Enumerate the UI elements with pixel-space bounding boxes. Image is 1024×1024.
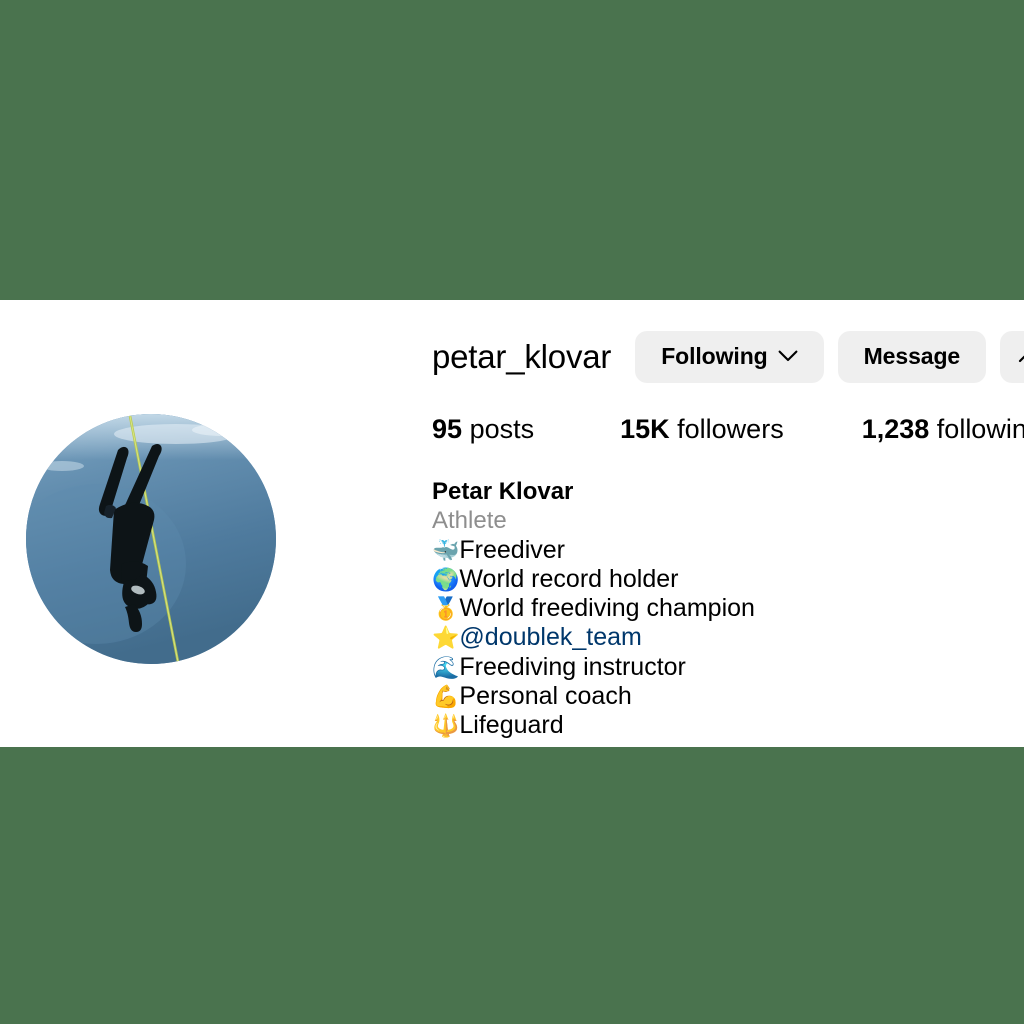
page-title: petar_klovar [432,338,612,376]
chevron-down-icon [778,350,798,363]
profile-stats: 95 posts 15K followers 1,238 following [432,414,1024,445]
followers-label: followers [677,414,784,444]
bio-emoji-icon: ⭐ [432,626,460,652]
suggested-accounts-button[interactable] [1000,330,1024,383]
message-button[interactable]: Message [837,330,987,383]
bio-line: 🌊Freediving instructor [432,653,992,682]
profile-bio: Petar Klovar Athlete 🐳Freediver 🌍World re… [432,478,992,740]
bio-line: 💪Personal coach [432,682,992,711]
posts-count: 95 [432,414,463,444]
bio-emoji-icon: 🌊 [432,655,460,681]
profile-header-row: petar_klovar Following Message [432,318,1024,395]
bio-text: World record holder [459,564,679,593]
bio-emoji-icon: 🔱 [432,714,460,740]
bio-lines: 🐳Freediver 🌍World record holder 🥇World fre… [432,536,992,741]
stat-following[interactable]: 1,238 following [862,414,1024,445]
following-button-label: Following [661,343,768,370]
bio-text: Freediver [459,535,565,564]
bio-text: Lifeguard [459,711,564,740]
bio-line: ⭐@doublek_team [432,623,992,652]
bio-line: 🥇World freediving champion [432,594,992,623]
category-label: Athlete [432,506,507,534]
bio-text: World freediving champion [459,594,755,623]
bio-text: Personal coach [459,681,632,710]
bio-line: 🔱Lifeguard [432,711,992,740]
bio-mention-link[interactable]: @doublek_team [459,623,641,651]
profile-header-band: petar_klovar Following Message 95 posts … [0,300,1024,747]
bio-emoji-icon: 🐳 [432,538,460,564]
bio-emoji-icon: 💪 [432,684,460,710]
full-name: Petar Klovar [432,478,574,505]
following-button[interactable]: Following [635,330,824,383]
screenshot-canvas: petar_klovar Following Message 95 posts … [0,0,1024,1024]
bio-emoji-icon: 🌍 [432,567,460,593]
avatar[interactable] [12,400,290,680]
bio-line: 🐳Freediver [432,536,992,565]
following-count: 1,238 [861,414,930,444]
posts-label: posts [469,414,535,444]
following-label: following [936,414,1024,444]
bio-line: 🌍World record holder [432,565,992,594]
followers-count: 15K [620,414,670,444]
person-add-icon [1017,343,1024,370]
avatar-image[interactable] [26,414,276,664]
bio-text: Freediving instructor [459,652,686,681]
stat-posts: 95 posts [432,414,534,445]
bio-emoji-icon: 🥇 [432,597,460,623]
stat-followers[interactable]: 15K followers [620,414,784,445]
